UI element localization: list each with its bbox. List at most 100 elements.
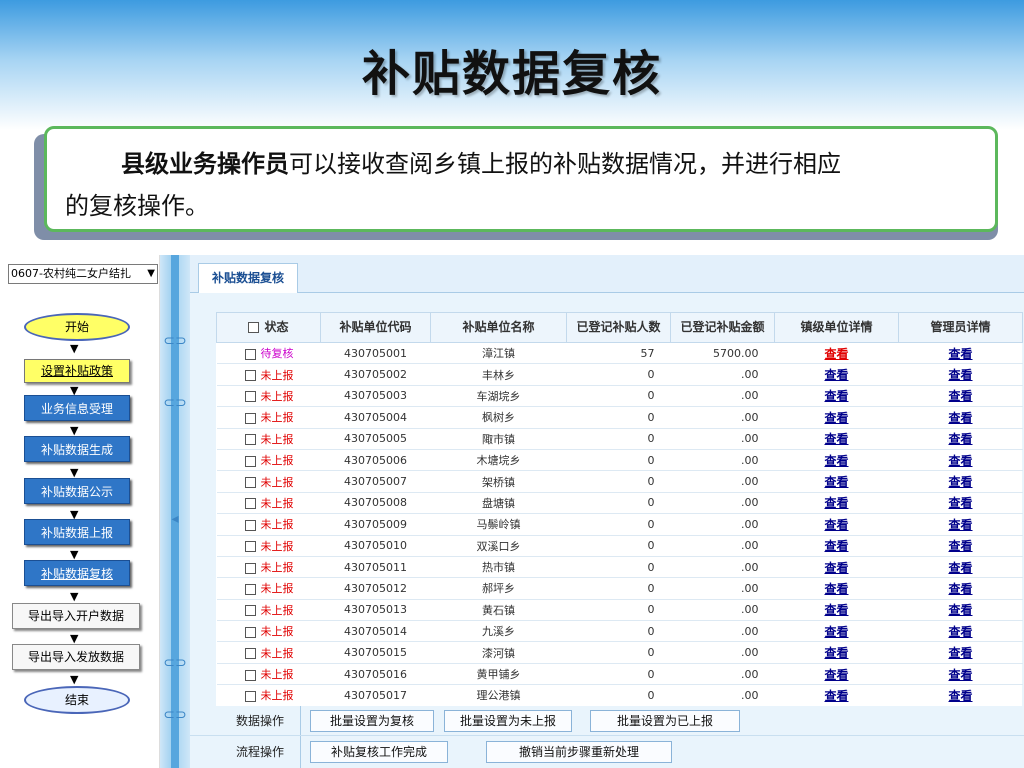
town-detail-link[interactable]: 查看 (824, 582, 848, 596)
row-unit-code: 430705001 (320, 342, 431, 365)
flow-step-set-policy[interactable]: 设置补贴政策 (24, 359, 130, 383)
batch-review-button[interactable]: 批量设置为复核 (310, 710, 434, 732)
flow-step-data-report[interactable]: 补贴数据上报 (24, 519, 130, 545)
row-registered-amount: .00 (670, 492, 775, 515)
row-registered-count: 57 (566, 342, 671, 365)
town-detail-link[interactable]: 查看 (824, 411, 848, 425)
town-detail-link[interactable]: 查看 (824, 625, 848, 639)
flow-step-data-publicity[interactable]: 补贴数据公示 (24, 478, 130, 504)
admin-detail-link[interactable]: 查看 (948, 603, 972, 617)
chevron-down-icon: ▼ (147, 268, 155, 279)
row-status[interactable]: 未上报 (216, 363, 321, 386)
flow-step-payment-import[interactable]: 导出导入发放数据 (12, 644, 140, 670)
row-status[interactable]: 未上报 (216, 641, 321, 664)
row-checkbox[interactable] (244, 605, 256, 617)
undo-step-button[interactable]: 撤销当前步骤重新处理 (486, 741, 672, 763)
subsidy-type-select[interactable]: 0607-农村纯二女户结扎 ▼ (8, 264, 158, 284)
row-status[interactable]: 未上报 (216, 599, 321, 622)
row-status[interactable]: 未上报 (216, 663, 321, 686)
admin-detail-link[interactable]: 查看 (948, 625, 972, 639)
town-detail-link[interactable]: 查看 (824, 561, 848, 575)
row-status[interactable]: 未上报 (216, 684, 321, 707)
batch-reported-button[interactable]: 批量设置为已上报 (590, 710, 740, 732)
row-checkbox[interactable] (244, 434, 256, 446)
town-detail-link[interactable]: 查看 (824, 432, 848, 446)
town-detail-link[interactable]: 查看 (824, 518, 848, 532)
table-row: 未上报 430705007 架桥镇 0.00 查看 查看 (216, 470, 1023, 493)
row-checkbox[interactable] (244, 648, 256, 660)
row-unit-name: 丰林乡 (430, 363, 567, 386)
flow-step-data-generate[interactable]: 补贴数据生成 (24, 436, 130, 462)
flow-step-account-import[interactable]: 导出导入开户数据 (12, 603, 140, 629)
town-detail-link[interactable]: 查看 (824, 368, 848, 382)
row-town-detail-cell: 查看 (774, 406, 899, 429)
town-detail-link[interactable]: 查看 (824, 454, 848, 468)
row-status[interactable]: 未上报 (216, 449, 321, 472)
row-checkbox[interactable] (244, 690, 256, 702)
admin-detail-link[interactable]: 查看 (948, 432, 972, 446)
town-detail-link[interactable]: 查看 (824, 347, 848, 361)
town-detail-link[interactable]: 查看 (824, 689, 848, 703)
row-checkbox[interactable] (244, 583, 256, 595)
panel-splitter[interactable]: ⊂⊃ ⊂⊃ ◂ ⊂⊃ ⊂⊃ (160, 255, 190, 768)
town-detail-link[interactable]: 查看 (824, 389, 848, 403)
flow-step-data-review[interactable]: 补贴数据复核 (24, 560, 130, 586)
row-checkbox[interactable] (244, 477, 256, 489)
row-checkbox[interactable] (244, 370, 256, 382)
row-checkbox[interactable] (244, 541, 256, 553)
town-detail-link[interactable]: 查看 (824, 539, 848, 553)
row-status-text: 未上报 (260, 496, 294, 510)
row-status[interactable]: 未上报 (216, 535, 321, 557)
header-unit-code: 补贴单位代码 (320, 312, 431, 343)
row-status[interactable]: 未上报 (216, 385, 321, 408)
admin-detail-link[interactable]: 查看 (948, 561, 972, 575)
row-checkbox[interactable] (244, 562, 256, 574)
row-unit-name: 马鬃岭镇 (430, 513, 567, 536)
row-status[interactable]: 未上报 (216, 406, 321, 429)
row-checkbox[interactable] (244, 348, 256, 360)
row-checkbox[interactable] (244, 519, 256, 531)
row-checkbox[interactable] (244, 498, 256, 510)
town-detail-link[interactable]: 查看 (824, 668, 848, 682)
admin-detail-link[interactable]: 查看 (948, 668, 972, 682)
admin-detail-link[interactable]: 查看 (948, 475, 972, 489)
collapse-arrow-icon[interactable]: ◂ (160, 511, 190, 527)
tab-subsidy-review[interactable]: 补贴数据复核 (198, 263, 298, 293)
row-checkbox[interactable] (244, 669, 256, 681)
batch-unreported-button[interactable]: 批量设置为未上报 (444, 710, 572, 732)
admin-detail-link[interactable]: 查看 (948, 539, 972, 553)
admin-detail-link[interactable]: 查看 (948, 368, 972, 382)
admin-detail-link[interactable]: 查看 (948, 582, 972, 596)
row-status[interactable]: 未上报 (216, 428, 321, 450)
admin-detail-link[interactable]: 查看 (948, 347, 972, 361)
town-detail-link[interactable]: 查看 (824, 603, 848, 617)
row-checkbox[interactable] (244, 412, 256, 424)
admin-detail-link[interactable]: 查看 (948, 411, 972, 425)
flow-step-business-intake[interactable]: 业务信息受理 (24, 395, 130, 421)
row-admin-detail-cell: 查看 (898, 577, 1023, 600)
row-registered-amount: .00 (670, 684, 775, 707)
row-status[interactable]: 待复核 (216, 342, 321, 365)
admin-detail-link[interactable]: 查看 (948, 518, 972, 532)
row-status[interactable]: 未上报 (216, 556, 321, 579)
admin-detail-link[interactable]: 查看 (948, 646, 972, 660)
row-status[interactable]: 未上报 (216, 470, 321, 493)
town-detail-link[interactable]: 查看 (824, 646, 848, 660)
admin-detail-link[interactable]: 查看 (948, 389, 972, 403)
admin-detail-link[interactable]: 查看 (948, 689, 972, 703)
row-status[interactable]: 未上报 (216, 492, 321, 515)
row-checkbox[interactable] (244, 391, 256, 403)
row-status[interactable]: 未上报 (216, 620, 321, 643)
flow-ops-label: 流程操作 (235, 745, 284, 759)
review-complete-button[interactable]: 补贴复核工作完成 (310, 741, 448, 763)
town-detail-link[interactable]: 查看 (824, 496, 848, 510)
town-detail-link[interactable]: 查看 (824, 475, 848, 489)
row-status[interactable]: 未上报 (216, 577, 321, 600)
header-status[interactable]: 状态 (216, 312, 321, 343)
row-checkbox[interactable] (244, 455, 256, 467)
admin-detail-link[interactable]: 查看 (948, 496, 972, 510)
row-checkbox[interactable] (244, 626, 256, 638)
select-all-checkbox[interactable] (248, 322, 260, 333)
row-status[interactable]: 未上报 (216, 513, 321, 536)
admin-detail-link[interactable]: 查看 (948, 454, 972, 468)
